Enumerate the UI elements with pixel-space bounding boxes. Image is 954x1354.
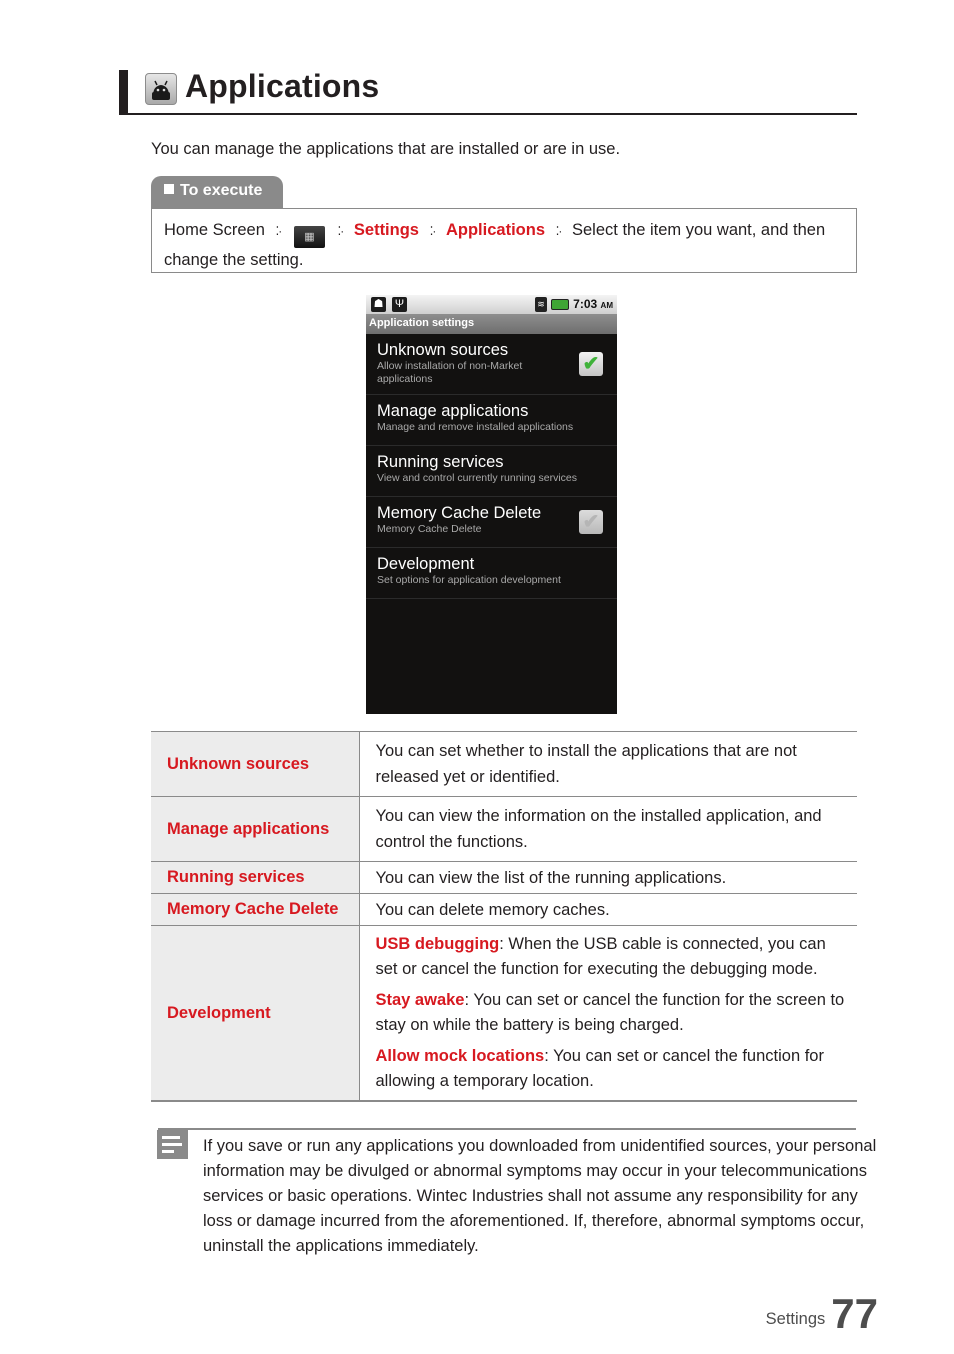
pref-summary: Allow installation of non-Market applica… <box>377 360 523 385</box>
page-heading: Applications <box>119 68 857 115</box>
path-arrow-icon: ⁚· <box>275 224 282 238</box>
usb-icon: Ψ <box>392 297 407 312</box>
footer-section: Settings <box>765 1310 826 1328</box>
page-number: 77 <box>831 1290 878 1337</box>
checkbox-disabled[interactable]: ✔ <box>579 510 603 534</box>
pref-summary: Set options for application development <box>377 574 561 586</box>
dev-option-allow-mock-locations: Allow mock locations: You can set or can… <box>375 1047 824 1090</box>
path-applications: Applications <box>445 221 545 239</box>
execute-path-box: Home Screen ⁚· ▦ ⁚· Settings ⁚· Applicat… <box>151 208 857 273</box>
path-arrow-icon: ⁚· <box>337 224 344 238</box>
phone-screenshot: ☗ Ψ ≋ 7:03 AM Application settings Unkno… <box>366 295 617 714</box>
row-key: Memory Cache Delete <box>151 893 360 926</box>
app-drawer-grid-icon: ▦ <box>293 226 325 248</box>
table-row: Running services You can view the list o… <box>151 861 857 894</box>
row-key: Manage applications <box>151 796 360 862</box>
square-bullet-icon <box>164 184 174 194</box>
page-title: Applications <box>185 68 380 104</box>
wifi-signal-icon: ≋ <box>535 297 547 312</box>
note-text: If you save or run any applications you … <box>203 1137 877 1255</box>
battery-charging-icon <box>551 299 569 310</box>
pref-title: Running services <box>377 453 504 471</box>
row-key: Unknown sources <box>151 731 360 797</box>
row-value: You can delete memory caches. <box>359 893 857 926</box>
path-arrow-icon: ⁚· <box>429 224 437 238</box>
pref-title: Development <box>377 555 475 573</box>
path-home-screen: Home Screen <box>164 221 265 239</box>
pref-summary: View and control currently running servi… <box>377 472 577 484</box>
pref-running-services[interactable]: Running services View and control curren… <box>366 446 617 497</box>
row-value: USB debugging: When the USB cable is con… <box>359 925 857 1102</box>
row-value: You can view the information on the inst… <box>359 796 857 862</box>
heading-bar <box>119 70 128 115</box>
to-execute-tab: To execute <box>151 176 283 209</box>
pref-title: Unknown sources <box>377 341 509 359</box>
dev-option-usb-debugging: USB debugging: When the USB cable is con… <box>375 935 826 978</box>
android-applications-icon <box>145 73 177 105</box>
row-key: Development <box>151 925 360 1102</box>
intro-text: You can manage the applications that are… <box>151 140 621 158</box>
status-bar: ☗ Ψ ≋ 7:03 AM <box>366 295 617 314</box>
pref-summary: Manage and remove installed applications <box>377 421 574 433</box>
to-execute-label: To execute <box>180 182 263 199</box>
dev-option-stay-awake: Stay awake: You can set or cancel the fu… <box>375 991 845 1034</box>
pref-development[interactable]: Development Set options for application … <box>366 548 617 599</box>
pref-title: Memory Cache Delete <box>377 504 542 522</box>
note-icon <box>157 1130 188 1159</box>
screen-title: Application settings <box>366 314 617 334</box>
row-value: You can view the list of the running app… <box>359 861 857 894</box>
table-row: Memory Cache Delete You can delete memor… <box>151 893 857 926</box>
settings-description-table: Unknown sources You can set whether to i… <box>151 731 857 1102</box>
pref-manage-applications[interactable]: Manage applications Manage and remove in… <box>366 395 617 446</box>
table-row: Development USB debugging: When the USB … <box>151 925 857 1102</box>
page-footer: Settings 77 <box>766 1290 878 1338</box>
status-clock: 7:03 AM <box>573 297 613 311</box>
checkbox-checked[interactable]: ✔ <box>579 352 603 376</box>
pref-title: Manage applications <box>377 402 529 420</box>
pref-unknown-sources[interactable]: Unknown sources Allow installation of no… <box>366 334 617 395</box>
pref-summary: Memory Cache Delete <box>377 523 482 535</box>
note-divider <box>158 1128 856 1130</box>
pref-memory-cache-delete[interactable]: Memory Cache Delete Memory Cache Delete … <box>366 497 617 548</box>
table-row: Unknown sources You can set whether to i… <box>151 731 857 797</box>
row-value: You can set whether to install the appli… <box>359 731 857 797</box>
table-row: Manage applications You can view the inf… <box>151 796 857 862</box>
path-settings: Settings <box>353 221 419 239</box>
path-arrow-icon: ⁚· <box>555 224 563 238</box>
row-key: Running services <box>151 861 360 894</box>
android-debug-icon: ☗ <box>371 297 386 312</box>
